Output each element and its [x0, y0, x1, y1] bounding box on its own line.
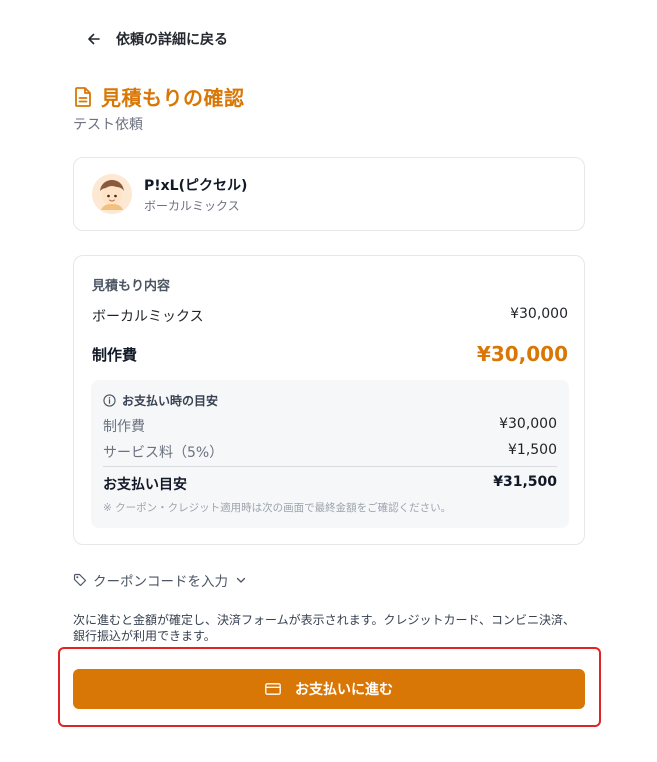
coupon-code-toggle[interactable]: クーポンコードを入力: [73, 570, 248, 590]
info-icon: [103, 394, 116, 407]
payment-notice: 次に進むと金額が確定し、決済フォームが表示されます。クレジットカード、コンビニ決…: [73, 613, 575, 643]
coupon-code-label: クーポンコードを入力: [93, 574, 228, 590]
tag-icon: [73, 573, 87, 587]
arrow-left-icon: [88, 33, 100, 45]
proceed-to-payment-button[interactable]: お支払いに進む: [73, 669, 585, 709]
proceed-to-payment-label: お支払いに進む: [295, 681, 393, 697]
estimate-card: 見積もり内容 ボーカルミックス ¥30,000 制作費 ¥30,000 お支払い…: [73, 255, 585, 545]
creator-role: ボーカルミックス: [144, 198, 240, 213]
line-item: ボーカルミックス ¥30,000: [92, 306, 568, 326]
page-header: 見積もりの確認: [73, 82, 245, 111]
payment-estimate-amount: ¥31,500: [493, 474, 557, 490]
payment-estimate-label: お支払い目安: [103, 477, 187, 493]
production-fee-amount: ¥30,000: [476, 342, 568, 366]
chevron-down-icon: [236, 577, 246, 583]
guide-row-label: 制作費: [103, 419, 145, 435]
divider: [103, 466, 557, 467]
back-link[interactable]: 依頼の詳細に戻る: [86, 29, 228, 49]
page-title: 見積もりの確認: [101, 86, 245, 110]
creator-card: P!xL(ピクセル) ボーカルミックス: [73, 157, 585, 231]
coupon-note: ※ クーポン・クレジット適用時は次の画面で最終金額をご確認ください。: [103, 502, 452, 514]
guide-row: 制作費 ¥30,000: [103, 416, 557, 436]
line-item-amount: ¥30,000: [510, 306, 568, 322]
production-fee-row: 制作費 ¥30,000: [92, 342, 568, 366]
document-icon: [75, 86, 91, 107]
avatar: [92, 174, 132, 214]
request-name: テスト依頼: [73, 117, 143, 133]
credit-card-icon: [265, 683, 281, 695]
payment-guide: お支払い時の目安 制作費 ¥30,000 サービス料（5%） ¥1,500 お支…: [91, 380, 569, 528]
back-link-label: 依頼の詳細に戻る: [116, 32, 228, 48]
guide-row-amount: ¥1,500: [508, 442, 557, 458]
payment-guide-heading: お支払い時の目安: [103, 392, 218, 409]
production-fee-label: 制作費: [92, 345, 138, 364]
line-item-label: ボーカルミックス: [92, 309, 204, 325]
guide-row-label: サービス料（5%）: [103, 445, 224, 461]
estimate-section-label: 見積もり内容: [92, 279, 171, 294]
creator-name: P!xL(ピクセル): [144, 177, 248, 194]
guide-row-amount: ¥30,000: [499, 416, 557, 432]
payment-estimate-total: お支払い目安 ¥31,500: [103, 474, 557, 494]
guide-row: サービス料（5%） ¥1,500: [103, 442, 557, 462]
payment-guide-title: お支払い時の目安: [122, 394, 219, 408]
